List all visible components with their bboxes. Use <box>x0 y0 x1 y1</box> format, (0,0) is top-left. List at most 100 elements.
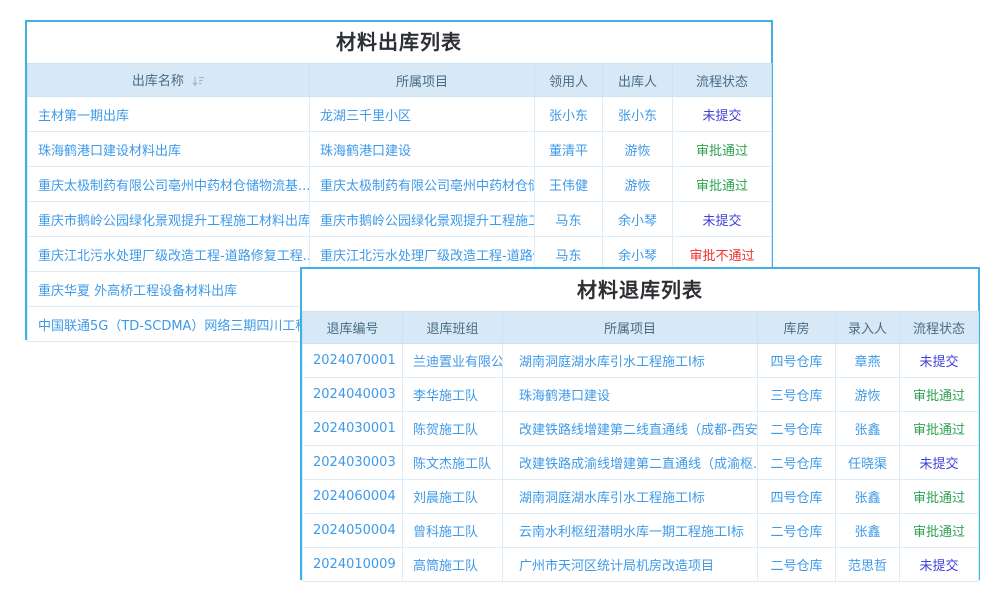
recorder-cell: 张鑫 <box>836 480 900 514</box>
outbound-name-cell[interactable]: 主材第一期出库 <box>28 97 310 132</box>
return-id-cell[interactable]: 2024040003 <box>303 378 403 412</box>
status-badge: 未提交 <box>702 109 741 124</box>
return-id-cell[interactable]: 2024050004 <box>303 514 403 548</box>
recorder-cell: 游恢 <box>836 378 900 412</box>
return-id-cell[interactable]: 2024060004 <box>303 480 403 514</box>
recorder-cell: 张鑫 <box>836 514 900 548</box>
return-panel-title: 材料退库列表 <box>302 269 978 311</box>
sort-descending-icon[interactable] <box>192 75 205 91</box>
project-cell: 龙湖三千里小区 <box>310 97 535 132</box>
project-cell: 重庆市鹅岭公园绿化景观提升工程施工 <box>310 202 535 237</box>
team-cell: 曾科施工队 <box>403 514 503 548</box>
table-row[interactable]: 2024030001 陈贺施工队 改建铁路线增建第二线直通线（成都-西安... … <box>303 412 979 446</box>
table-row[interactable]: 2024040003 李华施工队 珠海鹤港口建设 三号仓库 游恢 审批通过 <box>303 378 979 412</box>
team-cell: 高筒施工队 <box>403 548 503 582</box>
outbound-name-cell[interactable]: 重庆市鹅岭公园绿化景观提升工程施工材料出库 <box>28 202 310 237</box>
team-cell: 陈贺施工队 <box>403 412 503 446</box>
project-cell: 改建铁路成渝线增建第二直通线（成渝枢... <box>503 446 758 480</box>
project-cell: 湖南洞庭湖水库引水工程施工I标 <box>503 480 758 514</box>
recorder-cell: 范思哲 <box>836 548 900 582</box>
status-cell: 审批通过 <box>673 167 772 202</box>
warehouse-cell: 二号仓库 <box>758 412 836 446</box>
table-row[interactable]: 2024060004 刘晨施工队 湖南洞庭湖水库引水工程施工I标 四号仓库 张鑫… <box>303 480 979 514</box>
recipient-cell: 董清平 <box>535 132 603 167</box>
outbound-panel-title: 材料出库列表 <box>27 22 771 63</box>
recipient-cell: 张小东 <box>535 97 603 132</box>
project-cell: 云南水利枢纽潜明水库一期工程施工I标 <box>503 514 758 548</box>
warehouse-cell: 四号仓库 <box>758 344 836 378</box>
status-badge: 审批不通过 <box>689 249 754 264</box>
table-row[interactable]: 2024030003 陈文杰施工队 改建铁路成渝线增建第二直通线（成渝枢... … <box>303 446 979 480</box>
status-cell: 审批通过 <box>900 514 979 548</box>
status-badge: 审批通过 <box>913 525 965 540</box>
return-id-cell[interactable]: 2024030001 <box>303 412 403 446</box>
status-badge: 未提交 <box>919 457 958 472</box>
table-row[interactable]: 珠海鹤港口建设材料出库 珠海鹤港口建设 董清平 游恢 审批通过 <box>28 132 772 167</box>
project-cell: 广州市天河区统计局机房改造项目 <box>503 548 758 582</box>
project-cell: 重庆太极制药有限公司亳州中药材仓储物... <box>310 167 535 202</box>
column-header-return-warehouse: 库房 <box>758 312 836 344</box>
column-header-outbound-issuer: 出库人 <box>603 64 673 97</box>
table-row[interactable]: 2024070001 兰迪置业有限公司 湖南洞庭湖水库引水工程施工I标 四号仓库… <box>303 344 979 378</box>
status-badge: 审批通过 <box>913 423 965 438</box>
outbound-name-cell[interactable]: 重庆江北污水处理厂级改造工程-道路修复工程... <box>28 237 310 272</box>
status-badge: 未提交 <box>919 355 958 370</box>
recipient-cell: 马东 <box>535 202 603 237</box>
recipient-cell: 王伟健 <box>535 167 603 202</box>
warehouse-cell: 二号仓库 <box>758 514 836 548</box>
warehouse-cell: 四号仓库 <box>758 480 836 514</box>
team-cell: 刘晨施工队 <box>403 480 503 514</box>
issuer-cell: 余小琴 <box>603 202 673 237</box>
column-header-label: 出库名称 <box>132 74 184 89</box>
return-header-row: 退库编号 退库班组 所属项目 库房 录入人 流程状态 <box>303 312 979 344</box>
recorder-cell: 章燕 <box>836 344 900 378</box>
issuer-cell: 张小东 <box>603 97 673 132</box>
team-cell: 陈文杰施工队 <box>403 446 503 480</box>
outbound-header-row: 出库名称 所属项目 领用人 出库人 流程状态 <box>28 64 772 97</box>
table-row[interactable]: 重庆太极制药有限公司亳州中药材仓储物流基... 重庆太极制药有限公司亳州中药材仓… <box>28 167 772 202</box>
column-header-outbound-name[interactable]: 出库名称 <box>28 64 310 97</box>
status-cell: 未提交 <box>900 344 979 378</box>
issuer-cell: 游恢 <box>603 167 673 202</box>
column-header-return-project: 所属项目 <box>503 312 758 344</box>
column-header-return-status: 流程状态 <box>900 312 979 344</box>
status-cell: 未提交 <box>673 202 772 237</box>
project-cell: 珠海鹤港口建设 <box>310 132 535 167</box>
status-cell: 审批通过 <box>900 378 979 412</box>
column-header-outbound-status: 流程状态 <box>673 64 772 97</box>
warehouse-cell: 二号仓库 <box>758 446 836 480</box>
outbound-name-cell[interactable]: 珠海鹤港口建设材料出库 <box>28 132 310 167</box>
status-badge: 未提交 <box>702 214 741 229</box>
project-cell: 改建铁路线增建第二线直通线（成都-西安... <box>503 412 758 446</box>
return-id-cell[interactable]: 2024030003 <box>303 446 403 480</box>
outbound-name-cell[interactable]: 重庆华夏 外高桥工程设备材料出库 <box>28 272 310 307</box>
table-row[interactable]: 2024050004 曾科施工队 云南水利枢纽潜明水库一期工程施工I标 二号仓库… <box>303 514 979 548</box>
column-header-return-team: 退库班组 <box>403 312 503 344</box>
team-cell: 李华施工队 <box>403 378 503 412</box>
status-cell: 审批通过 <box>900 480 979 514</box>
issuer-cell: 游恢 <box>603 132 673 167</box>
return-id-cell[interactable]: 2024010009 <box>303 548 403 582</box>
return-table: 退库编号 退库班组 所属项目 库房 录入人 流程状态 2024070001 兰迪… <box>302 311 979 582</box>
column-header-return-id: 退库编号 <box>303 312 403 344</box>
table-row[interactable]: 主材第一期出库 龙湖三千里小区 张小东 张小东 未提交 <box>28 97 772 132</box>
status-badge: 审批通过 <box>696 179 748 194</box>
status-badge: 未提交 <box>919 559 958 574</box>
outbound-name-cell[interactable]: 中国联通5G（TD-SCDMA）网络三期四川工程... <box>28 307 310 342</box>
project-cell: 珠海鹤港口建设 <box>503 378 758 412</box>
return-id-cell[interactable]: 2024070001 <box>303 344 403 378</box>
table-row[interactable]: 2024010009 高筒施工队 广州市天河区统计局机房改造项目 二号仓库 范思… <box>303 548 979 582</box>
status-cell: 未提交 <box>900 548 979 582</box>
project-cell: 湖南洞庭湖水库引水工程施工I标 <box>503 344 758 378</box>
status-cell: 审批通过 <box>900 412 979 446</box>
column-header-outbound-recipient: 领用人 <box>535 64 603 97</box>
status-cell: 未提交 <box>673 97 772 132</box>
warehouse-cell: 二号仓库 <box>758 548 836 582</box>
column-header-outbound-project: 所属项目 <box>310 64 535 97</box>
return-list-panel: 材料退库列表 退库编号 退库班组 所属项目 库房 录入人 流程状态 202407… <box>300 267 980 580</box>
outbound-name-cell[interactable]: 重庆太极制药有限公司亳州中药材仓储物流基... <box>28 167 310 202</box>
warehouse-cell: 三号仓库 <box>758 378 836 412</box>
recorder-cell: 张鑫 <box>836 412 900 446</box>
recorder-cell: 任晓渠 <box>836 446 900 480</box>
table-row[interactable]: 重庆市鹅岭公园绿化景观提升工程施工材料出库 重庆市鹅岭公园绿化景观提升工程施工 … <box>28 202 772 237</box>
